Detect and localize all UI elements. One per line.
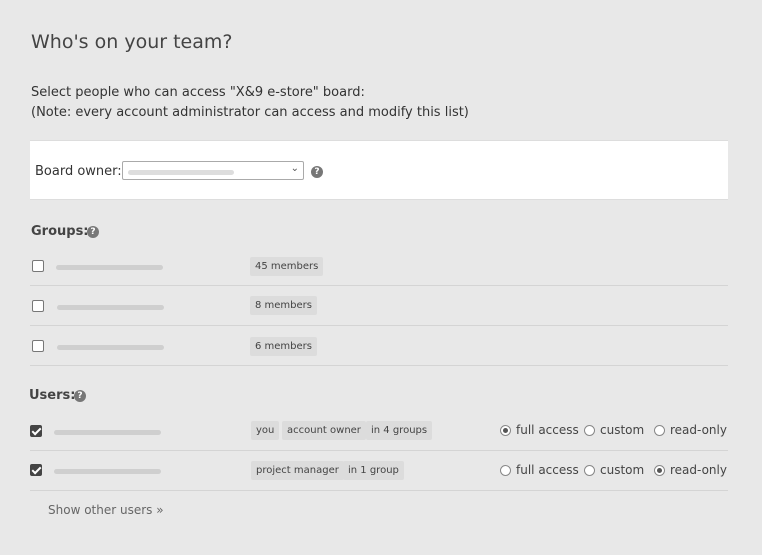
user-name-placeholder (54, 430, 161, 435)
access-option-label: read-only (670, 463, 727, 477)
access-radio-read-only[interactable]: read-only (654, 463, 727, 477)
chevron-down-icon: ⌄ (290, 163, 299, 174)
user-tag-groups: in 1 group (343, 461, 404, 480)
radio-selected-icon (654, 464, 665, 476)
access-option-label: full access (516, 463, 579, 477)
user-tag-groups: in 4 groups (366, 421, 433, 440)
access-radio-full-access[interactable]: full access (500, 463, 579, 477)
description: Select people who can access "X&9 e-stor… (31, 83, 469, 123)
user-checkbox[interactable] (30, 425, 42, 437)
radio-icon (584, 424, 595, 436)
user-checkbox[interactable] (30, 464, 42, 476)
member-count-badge: 6 members (250, 337, 317, 356)
group-checkbox[interactable] (32, 300, 44, 312)
group-checkbox[interactable] (32, 260, 44, 272)
access-radio-custom[interactable]: custom (584, 463, 644, 477)
user-tag-role: project manager (251, 461, 344, 480)
member-count-badge: 45 members (250, 257, 324, 276)
user-row: you account owner in 4 groups full acces… (30, 411, 728, 451)
users-label: Users: (29, 388, 76, 403)
group-name-placeholder (56, 265, 163, 270)
access-option-label: custom (600, 463, 645, 477)
description-line-1: Select people who can access "X&9 e-stor… (31, 85, 365, 100)
group-row: 6 members (30, 326, 728, 366)
group-name-placeholder (57, 345, 164, 350)
group-row: 45 members (30, 246, 728, 286)
show-other-users-link[interactable]: Show other users » (48, 503, 164, 517)
access-option-label: read-only (670, 423, 727, 437)
help-icon[interactable]: ? (87, 226, 99, 238)
access-option-label: full access (516, 423, 579, 437)
help-icon[interactable]: ? (311, 166, 323, 178)
radio-selected-icon (500, 424, 511, 436)
user-name-placeholder (54, 469, 161, 474)
access-radio-read-only[interactable]: read-only (654, 423, 727, 437)
user-tag-account-owner: account owner (282, 421, 366, 440)
access-radio-custom[interactable]: custom (584, 423, 644, 437)
board-owner-panel: Board owner: ⌄ ? (30, 140, 728, 200)
radio-icon (654, 424, 665, 436)
board-owner-label: Board owner: (35, 164, 122, 179)
group-name-placeholder (57, 305, 164, 310)
groups-label: Groups: (31, 224, 89, 239)
board-owner-select[interactable]: ⌄ (122, 161, 304, 180)
access-radio-full-access[interactable]: full access (500, 423, 579, 437)
member-count-badge: 8 members (250, 296, 317, 315)
radio-icon (500, 464, 511, 476)
user-tag-you: you (251, 421, 280, 440)
access-option-label: custom (600, 423, 645, 437)
group-checkbox[interactable] (32, 340, 44, 352)
board-owner-value-placeholder (128, 170, 234, 175)
help-icon[interactable]: ? (74, 390, 86, 402)
page-title: Who's on your team? (31, 31, 233, 53)
description-line-2: (Note: every account administrator can a… (31, 105, 469, 120)
radio-icon (584, 464, 595, 476)
group-row: 8 members (30, 286, 728, 326)
user-row: project manager in 1 group full access c… (30, 451, 728, 491)
